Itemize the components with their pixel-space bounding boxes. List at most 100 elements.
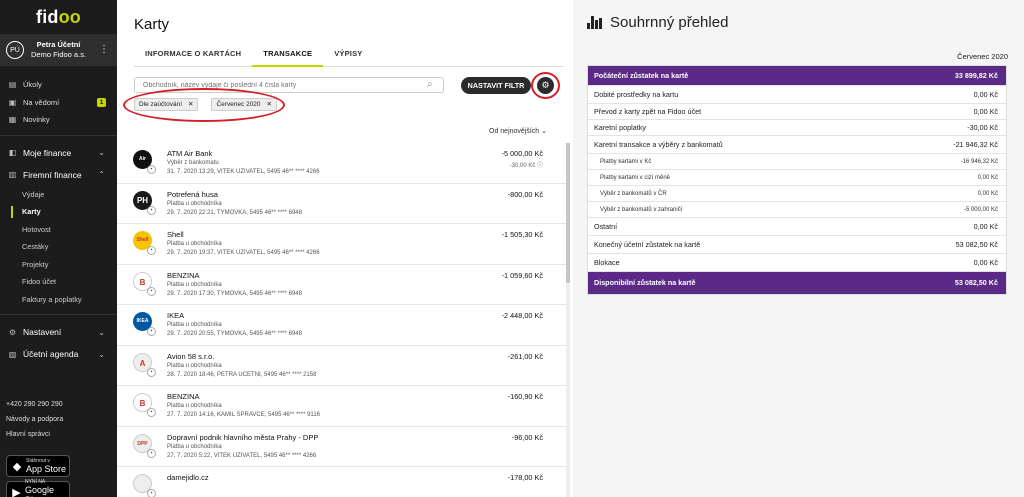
transaction-amount: -96,00 Kč — [511, 432, 543, 442]
sidebar-item-novinky[interactable]: ▦ Novinky — [0, 111, 117, 129]
payment-type-icon: ▪ — [147, 286, 156, 296]
app-store-button[interactable]: ◆ Stáhnout v App Store — [6, 455, 70, 477]
sidebar-item-hotovost[interactable]: Hotovost — [0, 221, 117, 239]
transaction-row[interactable]: PH ▪ Potrefená husa Platba u obchodníka 29. … — [117, 184, 567, 224]
payment-type-icon: ▪ — [147, 246, 156, 255]
transaction-row[interactable]: B ▪ BENZINA Platba u obchodníka 27. 7. 2020 … — [117, 386, 567, 427]
sidebar-section-ucetni-agenda[interactable]: ▧ Účetní agenda ⌄ — [0, 343, 117, 365]
summary-label: Platby kartami v cizí měně — [600, 175, 671, 181]
summary-row: Ostatní 0,00 Kč — [588, 218, 1006, 236]
close-icon[interactable]: ✕ — [267, 101, 272, 108]
avatar: PÚ — [6, 41, 24, 59]
transaction-type: Platba u obchodníka — [167, 241, 222, 247]
user-company: Demo Fidoo a.s. — [31, 50, 87, 59]
sidebar-item-cestaky[interactable]: Cestáky — [0, 238, 117, 256]
summary-value: -5 000,00 Kč — [963, 207, 998, 213]
set-filter-button[interactable]: NASTAVIT FILTR — [461, 77, 531, 94]
tab-bar: INFORMACE O KARTÁCH TRANSAKCE VÝPISY — [134, 47, 564, 67]
summary-row: Převod z karty zpět na Fidoo účet 0,00 Kč — [588, 104, 1006, 120]
transaction-meta: 29. 7. 2020 17:30, TYMOVKA, 5495 46** **… — [167, 290, 302, 297]
google-play-button[interactable]: ▶ NYNÍ NAGoogle Play — [6, 479, 70, 497]
support-phone[interactable]: +420 290 290 290 — [6, 397, 63, 412]
sidebar-item-ukoly[interactable]: ▤ Úkoly — [0, 76, 117, 94]
sidebar-item-fidoo-ucet[interactable]: Fidoo účet — [0, 273, 117, 291]
summary-label: Výběr z bankomatů v zahraničí — [600, 207, 683, 213]
summary-row: Karetní transakce a výběry z bankomatů -2… — [588, 136, 1006, 154]
transaction-amount: -178,00 Kč — [507, 473, 543, 482]
sidebar-item-vydaje[interactable]: Výdaje — [0, 186, 117, 204]
merchant-name: Potrefená husa — [167, 189, 218, 199]
transaction-row[interactable]: DPP ▪ Dopravní podnik hlavního města Prahy… — [117, 427, 567, 467]
logo-accent: oo — [58, 6, 81, 27]
sidebar-item-karty[interactable]: Karty — [0, 203, 117, 221]
transaction-type: Platba u obchodníka — [167, 200, 222, 207]
summary-value: 0,00 Kč — [973, 258, 998, 267]
user-card[interactable]: PÚ Petra Účetní Demo Fidoo a.s. ⋮ — [0, 34, 117, 66]
transaction-type: Platba u obchodníka — [167, 322, 222, 328]
transaction-row[interactable]: Shell ▪ Shell Platba u obchodníka 29. 7. 202… — [117, 224, 567, 265]
fidoo-logo[interactable]: fid oo — [0, 0, 117, 34]
transaction-fee: -30,00 Kč ⓘ — [509, 163, 543, 169]
user-info: Petra Účetní Demo Fidoo a.s. — [31, 40, 86, 60]
gear-icon[interactable]: ⚙ — [537, 77, 554, 94]
transaction-meta: 27. 7. 2020 5:22, VITEK UZIVATEL, 5495 4… — [167, 452, 317, 459]
merchant-name: Avion 58 s.r.o. — [167, 351, 215, 361]
search-icon[interactable]: ⌕ — [427, 79, 433, 90]
summary-panel: Souhrnný přehled Červenec 2020 Počáteční… — [573, 0, 1024, 497]
tab-transakce[interactable]: TRANSAKCE — [252, 47, 324, 67]
summary-row: Výběr z bankomatů v ČR 0,00 Kč — [588, 186, 1006, 202]
transaction-row[interactable]: B ▪ BENZINA Platba u obchodníka 29. 7. 2020 … — [117, 265, 567, 305]
transaction-row[interactable]: IKEA ▪ IKEA Platba u obchodníka 29. 7. 2020 … — [117, 305, 567, 346]
summary-label: Disponibilní zůstatek na kartě — [594, 278, 696, 287]
transaction-amount: -1 059,60 Kč — [501, 270, 543, 280]
bar-chart-icon — [587, 16, 603, 29]
transaction-amount: -5 000,00 Kč — [501, 149, 543, 158]
transaction-type: Platba u obchodníka — [167, 362, 222, 369]
filter-chip[interactable]: Dle zaúčtování ✕ — [134, 98, 199, 111]
sidebar-item-label: Hotovost — [22, 224, 51, 234]
sidebar-item-label: Účetní agenda — [23, 349, 79, 359]
active-filters: Dle zaúčtování ✕ Červenec 2020 ✕ — [134, 98, 290, 111]
google-play-icon: ▶ — [12, 486, 21, 497]
sidebar-divider — [0, 314, 117, 315]
sidebar-section-firemni-finance[interactable]: ▥ Firemní finance ⌃ — [0, 164, 117, 186]
summary-label: Ostatní — [594, 222, 618, 231]
transaction-type: Platba u obchodníka — [167, 403, 222, 409]
payment-type-icon: ▪ — [147, 165, 156, 174]
summary-row: Výběr z bankomatů v zahraničí -5 000,00 K… — [588, 202, 1006, 218]
summary-value: 0,00 Kč — [973, 222, 998, 231]
sidebar-item-projekty[interactable]: Projekty — [0, 256, 117, 274]
tab-informace[interactable]: INFORMACE O KARTÁCH — [134, 47, 252, 67]
more-vertical-icon[interactable]: ⋮ — [99, 44, 109, 56]
sidebar-item-faktury[interactable]: Faktury a poplatky — [0, 291, 117, 309]
sidebar-section-moje-finance[interactable]: ◧ Moje finance ⌄ — [0, 142, 117, 164]
sidebar-item-na-vedomi[interactable]: ▣ Na vědomí 1 — [0, 94, 117, 112]
clipboard-icon: ▤ — [8, 80, 17, 90]
payment-type-icon: ▪ — [147, 367, 156, 377]
sidebar-section-nastaveni[interactable]: ⚙ Nastavení ⌄ — [0, 321, 117, 343]
sidebar-item-label: Novinky — [23, 115, 50, 125]
close-icon[interactable]: ✕ — [188, 101, 193, 108]
transaction-row[interactable]: ▪ damejidlo.cz -178,00 Kč — [117, 467, 567, 497]
user-name: Petra Účetní — [36, 40, 81, 49]
sort-dropdown[interactable]: Od nejnovějších ⌄ — [489, 127, 547, 135]
chevron-down-icon: ⌄ — [98, 327, 105, 337]
scrollbar[interactable] — [566, 143, 570, 497]
tab-vypisy[interactable]: VÝPISY — [323, 47, 373, 67]
summary-value: 53 082,50 Kč — [954, 278, 998, 287]
sidebar-item-label: Fidoo účet — [22, 277, 57, 287]
sidebar-item-label: Cestáky — [22, 242, 49, 252]
summary-value: -16 946,32 Kč — [960, 159, 998, 165]
filter-chip[interactable]: Červenec 2020 ✕ — [211, 98, 277, 111]
transaction-row[interactable]: A ▪ Avion 58 s.r.o. Platba u obchodníka 28. … — [117, 346, 567, 386]
scrollbar-thumb[interactable] — [566, 143, 570, 283]
transaction-meta: 31. 7. 2020 13:29, VITEK UZIVATEL, 5495 … — [167, 169, 320, 175]
transaction-meta: 29. 7. 2020 22:21, TYMOVKA, 5495 46** **… — [167, 209, 302, 216]
help-link[interactable]: Návody a podpora — [6, 412, 63, 427]
search-input[interactable] — [134, 77, 444, 93]
admins-link[interactable]: Hlavní správci — [6, 427, 63, 442]
transaction-row[interactable]: Air Bank ▪ ATM Air Bank Výběr z bankomatu 31… — [117, 143, 567, 184]
summary-label: Blokace — [594, 258, 620, 267]
app-store-name: App Store — [26, 464, 67, 474]
summary-row: Blokace 0,00 Kč — [588, 254, 1006, 272]
